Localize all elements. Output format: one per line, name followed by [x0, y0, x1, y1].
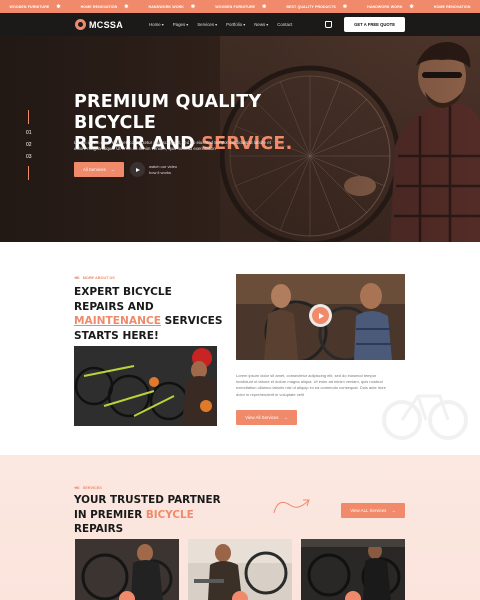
chevron-down-icon: ▾	[243, 22, 246, 27]
nav-item-label: Pages	[172, 22, 186, 27]
chevron-down-icon: ▾	[161, 22, 164, 27]
service-card-play-icon[interactable]	[345, 591, 361, 600]
view-all-services-label: View All Services	[245, 415, 279, 420]
about-title-accent: MAINTENANCE	[74, 315, 161, 327]
logo-text: MCSSA	[89, 19, 124, 30]
all-services-label: All Services	[82, 167, 106, 172]
bag-icon[interactable]	[325, 21, 333, 28]
nav-item-label: Contact	[277, 22, 293, 27]
services-title-c: REPAIRS	[74, 523, 124, 535]
arrow-right-icon: →	[283, 415, 288, 420]
service-card-play-icon[interactable]	[232, 591, 248, 600]
view-all-services-button[interactable]: View All Services →	[236, 410, 297, 425]
ticker-item-label: BEST QUALITY PRODUCTS	[286, 4, 336, 9]
ticker-item-label: HANDWORK WORK	[367, 4, 403, 9]
services-tag: SERVICES	[74, 485, 102, 490]
site-logo[interactable]: MCSSA	[75, 19, 123, 30]
get-free-quote-button[interactable]: GET A FREE QUOTE	[344, 17, 405, 32]
slide-number-1[interactable]: 01	[26, 130, 32, 136]
slide-number-2[interactable]: 02	[26, 142, 32, 148]
service-card[interactable]	[188, 539, 292, 600]
ticker-item: WOODEN FURNITURE	[9, 5, 49, 9]
ticker-item-label: WOODEN FURNITURE	[9, 4, 50, 9]
ticker-item-label: WOODEN FURNITURE	[215, 4, 256, 9]
watch-line1: watch our video	[149, 164, 178, 169]
nav-item-label: Portfolio	[226, 22, 243, 27]
about-description: Lorem ipsum dolor sit amet, consectetur …	[236, 373, 386, 397]
header-actions: GET A FREE QUOTE	[325, 17, 405, 32]
about-video-thumbnail[interactable]	[236, 274, 405, 360]
chevron-down-icon: ▾	[266, 22, 269, 27]
ticker-item: ✱ WOODEN FURNITURE	[191, 4, 255, 10]
chevron-down-icon: ▾	[186, 22, 189, 27]
nav-item-label: Home	[149, 22, 161, 27]
watch-line2: how it works	[149, 169, 172, 175]
pagination-line	[28, 110, 30, 124]
about-tag: MORE ABOUT US	[74, 275, 115, 280]
service-card-play-icon[interactable]	[119, 591, 135, 600]
nav-item-news[interactable]: News ▾	[254, 22, 268, 27]
pagination-line	[28, 166, 30, 180]
service-card[interactable]	[301, 539, 405, 600]
chevron-down-icon: ▾	[215, 22, 218, 27]
nav-item-home[interactable]: Home ▾	[149, 22, 164, 27]
all-services-button[interactable]: All Services →	[74, 162, 124, 177]
service-card[interactable]	[75, 539, 179, 600]
hero-banner: 01 02 03 PREMIUM QUALITY BICYCLE REPAIR …	[0, 36, 480, 242]
ticker-item-label: HANDWORK WORK	[148, 4, 184, 9]
ticker-item: ✱ HANDWORK WORK	[124, 4, 184, 10]
video-play-icon[interactable]	[309, 304, 332, 327]
arrow-right-icon: →	[110, 167, 116, 172]
bike-shop-photo	[74, 346, 217, 426]
ticker-item-label: HOME RENOVATION	[433, 4, 471, 9]
view-all-services-label-2: View ALL Services	[350, 508, 387, 513]
site-header: MCSSA Home ▾ Pages ▾ Services ▾ Portfolio ▾ News…	[0, 13, 480, 36]
about-secondary-photo	[74, 346, 217, 426]
nav-item-services[interactable]: Services ▾	[197, 22, 217, 27]
star-icon: ✱	[409, 3, 414, 10]
about-title-a: EXPERT BICYCLE REPAIRS AND	[74, 286, 172, 313]
star-icon: ✱	[56, 3, 61, 10]
services-title-accent: BICYCLE	[145, 508, 194, 521]
nav-item-portfolio[interactable]: Portfolio ▾	[226, 22, 245, 27]
ticker-item: ✱ HOME RENOVATION	[56, 4, 117, 10]
star-icon: ✱	[342, 3, 348, 10]
main-nav: Home ▾ Pages ▾ Services ▾ Portfolio ▾ News ▾ Conta…	[149, 22, 292, 27]
slide-pagination: 01 02 03	[26, 110, 32, 180]
logo-mark-icon	[75, 19, 86, 30]
nav-item-pages[interactable]: Pages ▾	[173, 22, 188, 27]
arrow-right-icon: →	[391, 508, 396, 513]
decorative-bike-icon	[382, 394, 468, 440]
ticker-item: ✱ HANDWORK WORK	[343, 4, 403, 10]
curved-arrow-icon	[273, 499, 310, 514]
play-icon[interactable]	[130, 162, 145, 177]
nav-item-contact[interactable]: Contact	[277, 22, 292, 27]
ticker-item: ✱ BEST QUALITY PRODUCTS	[262, 4, 336, 10]
top-ticker-bar: WOODEN FURNITURE ✱ HOME RENOVATION ✱ HANDWOR…	[0, 0, 480, 13]
nav-item-label: Services	[197, 22, 215, 27]
hero-title-line1: PREMIUM QUALITY BICYCLE	[74, 92, 262, 133]
about-section: MORE ABOUT US EXPERT BICYCLE REPAIRS AND…	[0, 242, 480, 455]
nav-item-label: News	[254, 22, 266, 27]
view-all-services-button-2[interactable]: View ALL Services →	[341, 503, 405, 518]
star-icon: ✱	[190, 3, 196, 10]
services-section: SERVICES YOUR TRUSTED PARTNER IN PREMIER…	[0, 455, 480, 600]
ticker-item-label: HOME RENOVATION	[80, 4, 118, 9]
star-icon: ✱	[262, 3, 267, 10]
about-title: EXPERT BICYCLE REPAIRS AND MAINTENANCE S…	[74, 285, 224, 343]
hero-description: Lorem ipsum dolor sit amet, consectetur …	[74, 140, 271, 151]
slide-number-3[interactable]: 03	[26, 154, 32, 160]
ticker-item: ✱ HOME RENOVATION	[410, 4, 471, 10]
watch-video-text[interactable]: watch our video how it works	[149, 164, 177, 175]
star-icon: ✱	[124, 3, 129, 10]
services-title: YOUR TRUSTED PARTNER IN PREMIER BICYCLE …	[74, 493, 234, 537]
